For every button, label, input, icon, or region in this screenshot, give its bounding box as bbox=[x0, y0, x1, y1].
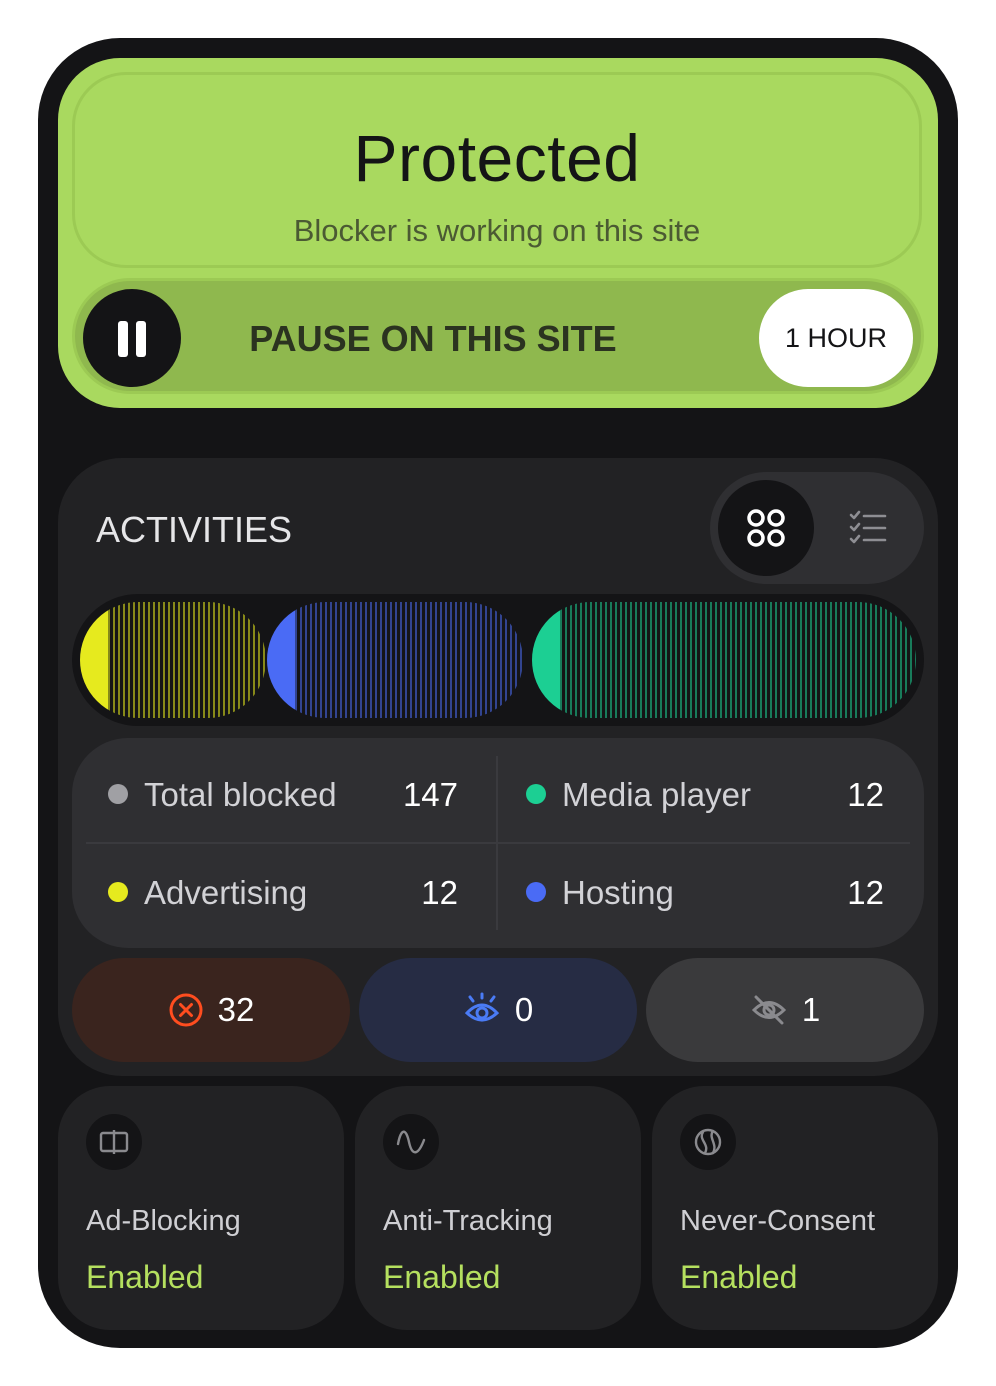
stat-value: 12 bbox=[847, 874, 884, 911]
ad-block-icon bbox=[86, 1114, 142, 1170]
tracker-count: 0 bbox=[514, 991, 534, 1028]
activities-title: ACTIVITIES bbox=[96, 509, 293, 550]
category-segment-media-player bbox=[532, 602, 916, 718]
blocked-x-icon bbox=[169, 993, 203, 1027]
protection-status-card: Protected Blocker is working on this sit… bbox=[58, 58, 938, 408]
status-title: Protected bbox=[353, 121, 641, 195]
feature-card-ad-blocking[interactable]: Ad-Blocking Enabled bbox=[58, 1086, 344, 1330]
extension-popup: Protected Blocker is working on this sit… bbox=[38, 38, 958, 1348]
pause-on-site-control[interactable]: PAUSE ON THIS SITE 1 HOUR bbox=[72, 278, 924, 394]
grid-icon bbox=[747, 509, 785, 547]
hidden-counter[interactable]: 1 bbox=[646, 958, 924, 1062]
stat-value: 12 bbox=[421, 874, 458, 911]
stats-grid: Total blocked 147 Media player 12 Advert… bbox=[72, 738, 924, 948]
activities-panel: ACTIVITIES Total blocked 147 Media playe… bbox=[58, 458, 938, 1076]
feature-card-anti-tracking[interactable]: Anti-Tracking Enabled bbox=[355, 1086, 641, 1330]
blocked-counter[interactable]: 32 bbox=[72, 958, 350, 1062]
stat-advertising: Advertising 12 bbox=[108, 844, 458, 942]
checklist-icon bbox=[849, 510, 887, 544]
tracker-eye-icon bbox=[464, 992, 499, 1022]
never-consent-icon bbox=[680, 1114, 736, 1170]
category-segment-advertising bbox=[80, 602, 265, 718]
category-segment-hosting bbox=[267, 602, 522, 718]
pause-button[interactable] bbox=[83, 289, 181, 387]
feature-card-never-consent[interactable]: Never-Consent Enabled bbox=[652, 1086, 938, 1330]
legend-dot bbox=[108, 784, 128, 804]
hidden-count: 1 bbox=[801, 991, 821, 1028]
feature-status: Enabled bbox=[680, 1259, 798, 1295]
category-bar-chart bbox=[72, 594, 924, 726]
stat-value: 147 bbox=[402, 776, 458, 813]
feature-status: Enabled bbox=[383, 1259, 501, 1295]
tracker-counter[interactable]: 0 bbox=[359, 958, 637, 1062]
stat-label: Advertising bbox=[144, 874, 308, 911]
stat-total-blocked: Total blocked 147 bbox=[108, 746, 458, 844]
stat-hosting: Hosting 12 bbox=[526, 844, 884, 942]
legend-dot bbox=[108, 882, 128, 902]
hidden-eye-icon bbox=[751, 995, 786, 1025]
status-header: Protected Blocker is working on this sit… bbox=[72, 72, 922, 268]
feature-name: Ad-Blocking bbox=[86, 1205, 241, 1237]
stat-label: Total blocked bbox=[144, 776, 337, 813]
stat-label: Media player bbox=[562, 776, 751, 813]
status-subtitle: Blocker is working on this site bbox=[293, 213, 701, 248]
wave-icon bbox=[383, 1114, 439, 1170]
view-mode-toggle bbox=[710, 472, 924, 584]
grid-view-button[interactable] bbox=[718, 480, 814, 576]
pause-label: PAUSE ON THIS SITE bbox=[249, 318, 617, 359]
blocked-count: 32 bbox=[217, 991, 255, 1028]
feature-status: Enabled bbox=[86, 1259, 204, 1295]
list-view-button[interactable] bbox=[820, 480, 916, 576]
stat-label: Hosting bbox=[562, 874, 674, 911]
legend-dot bbox=[526, 882, 546, 902]
stat-value: 12 bbox=[847, 776, 884, 813]
pause-duration-button[interactable]: 1 HOUR bbox=[759, 289, 913, 387]
stat-media-player: Media player 12 bbox=[526, 746, 884, 844]
feature-name: Never-Consent bbox=[680, 1205, 876, 1237]
legend-dot bbox=[526, 784, 546, 804]
feature-name: Anti-Tracking bbox=[383, 1205, 553, 1237]
